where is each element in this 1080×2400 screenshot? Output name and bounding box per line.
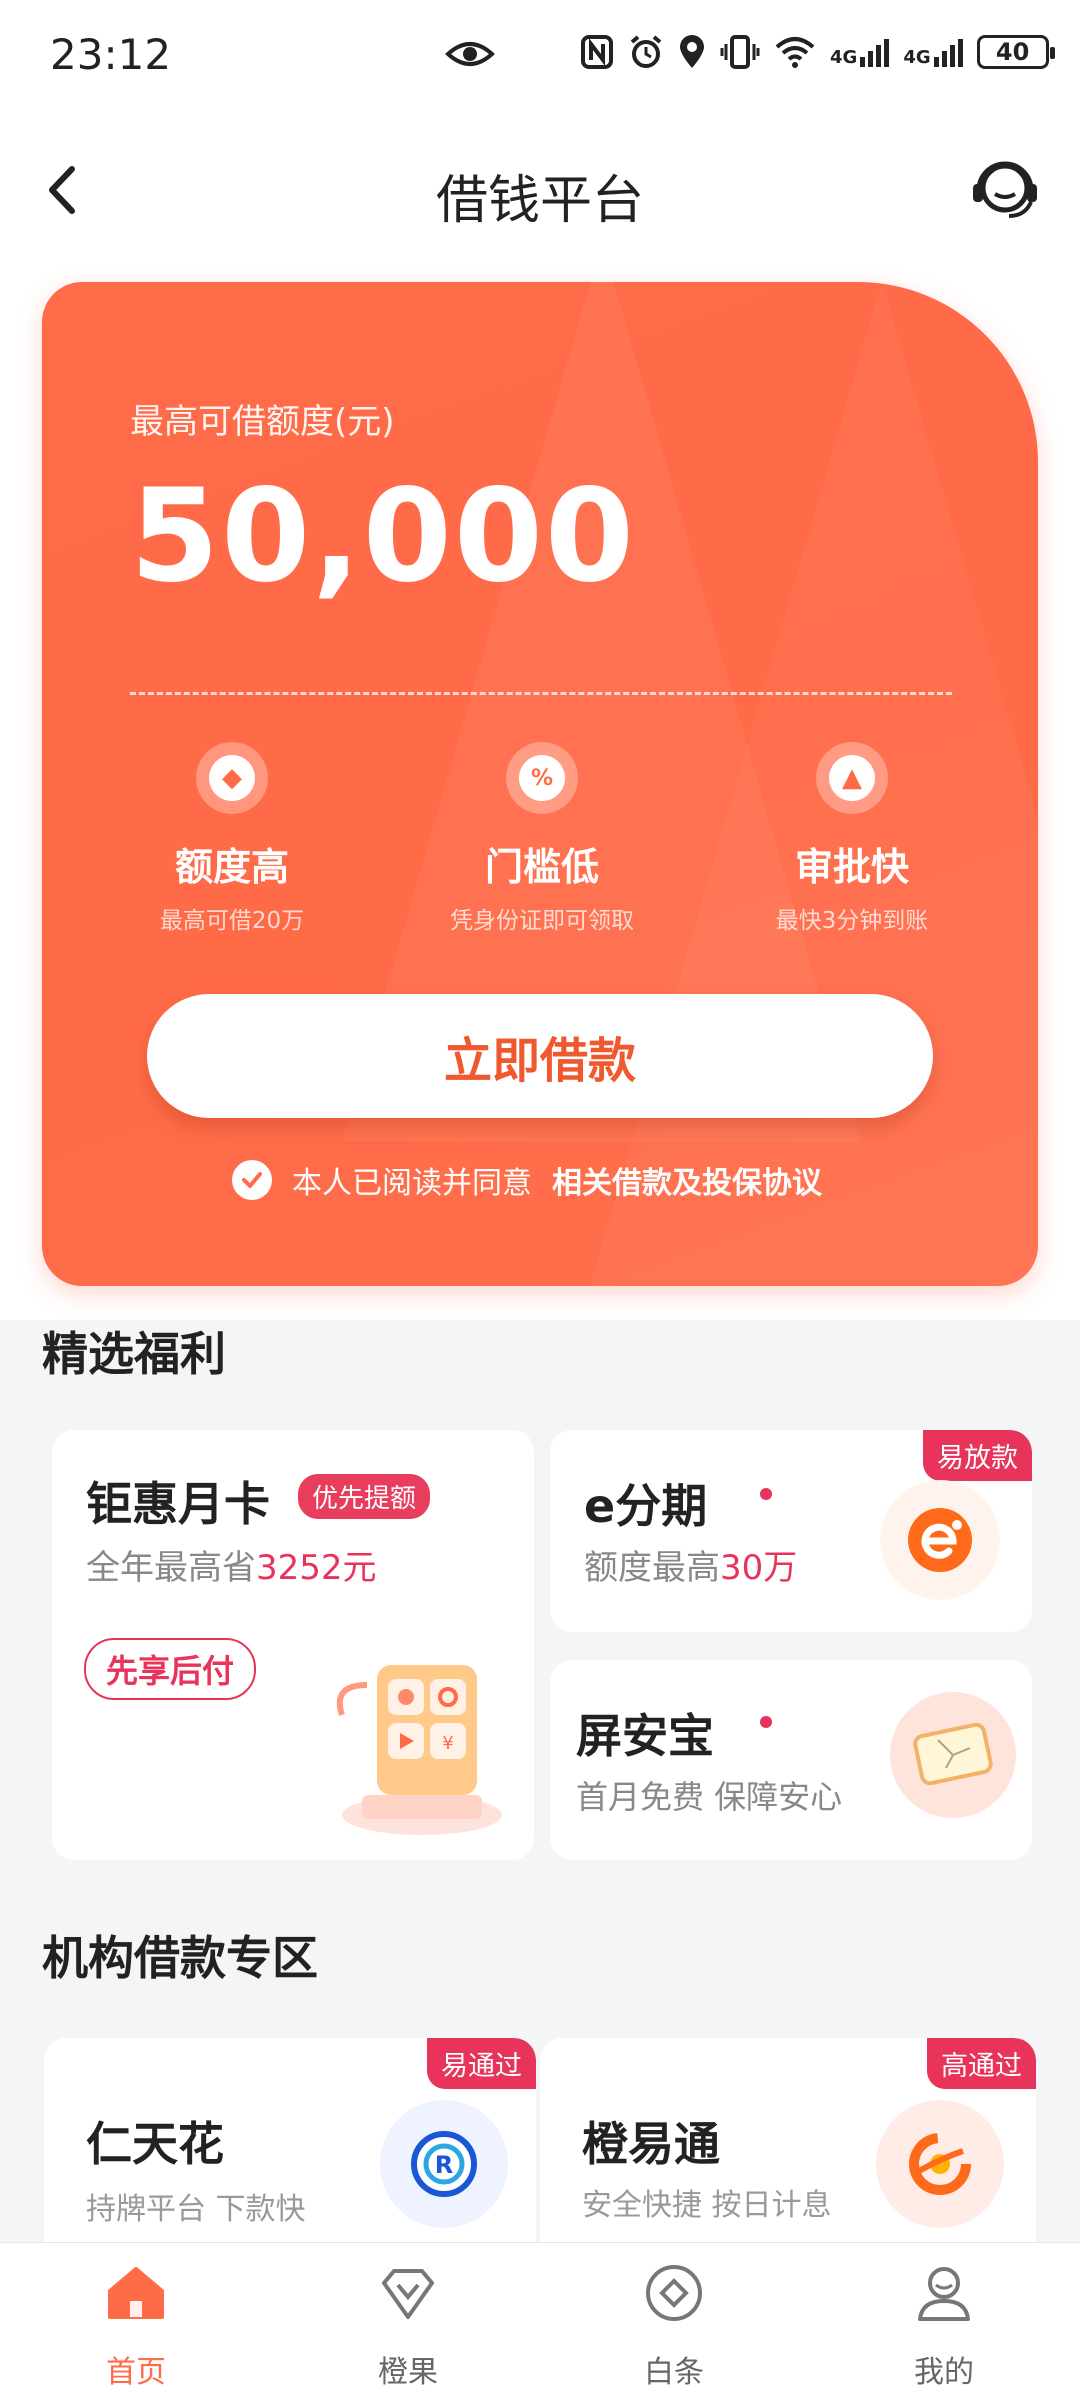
home-icon (108, 2267, 164, 2319)
easy-pass-badge: 易通过 (427, 2038, 536, 2089)
monthly-card-title: 钜惠月卡 (86, 1477, 270, 1531)
stamp-icon: ▲ (816, 742, 888, 814)
monthly-card[interactable]: 钜惠月卡 优先提额 全年最高省3252元 先享后付 ¥ (52, 1430, 534, 1860)
borrow-now-button[interactable]: 立即借款 (147, 994, 933, 1118)
tab-chengguo[interactable]: 橙果 (318, 2261, 498, 2391)
signal-4g-icon: 4G (903, 37, 963, 67)
tab-label: 白条 (644, 2355, 704, 2390)
customer-service-button[interactable] (965, 150, 1045, 230)
discount-icon: % (506, 742, 578, 814)
card-illustration: ¥ (322, 1645, 522, 1845)
dashed-divider (130, 692, 952, 695)
signal-4g-icon: 4G (830, 37, 890, 67)
credit-limit-label: 最高可借额度(元) (130, 402, 395, 442)
agreement-checkbox[interactable] (232, 1160, 272, 1200)
screen-insurance-subtitle: 首月免费 保障安心 (576, 1778, 843, 1816)
priority-limit-badge: 优先提额 (298, 1474, 431, 1519)
chengyitong-logo-icon (876, 2100, 1004, 2228)
battery-level: 40 (995, 38, 1030, 66)
page-title: 借钱平台 (435, 171, 644, 231)
institution-card-chengyitong[interactable]: 高通过 橙易通 安全快捷 按日计息 (540, 2038, 1036, 2248)
battery-icon: 40 (976, 35, 1055, 69)
bottom-tab-bar: 首页 橙果 白条 我的 (0, 2242, 1080, 2400)
feature-subtitle: 凭身份证即可领取 (450, 908, 634, 934)
agreement-text: 本人已阅读并同意 (292, 1166, 532, 1201)
feature-title: 门槛低 (484, 845, 599, 889)
feature-subtitle: 最高可借20万 (159, 908, 305, 934)
tab-label: 橙果 (378, 2355, 438, 2390)
institution-section-title: 机构借款专区 (42, 1931, 318, 1985)
installment-card[interactable]: 易放款 e分期 额度最高30万 (550, 1430, 1032, 1632)
institution-title: 仁天花 (86, 2117, 224, 2171)
pay-later-button[interactable]: 先享后付 (84, 1638, 257, 1700)
location-icon (680, 35, 704, 68)
status-icons: 4G 4G 40 (580, 34, 1055, 70)
drop-icon: ◆ (196, 742, 268, 814)
feature-high-limit: ◆ 额度高 最高可借20万 (82, 742, 382, 935)
agreement-row: 本人已阅读并同意 相关借款及投保协议 (232, 1158, 822, 1202)
tab-home[interactable]: 首页 (46, 2261, 226, 2391)
institution-subtitle: 持牌平台 下款快 (86, 2192, 306, 2227)
alarm-icon (630, 35, 662, 68)
svg-text:R: R (435, 2151, 453, 2179)
institution-card-rentianhua[interactable]: 易通过 仁天花 持牌平台 下款快 R (44, 2038, 536, 2248)
installment-subtitle: 额度最高30万 (584, 1548, 798, 1588)
wifi-icon (775, 37, 815, 68)
tab-label: 我的 (914, 2355, 974, 2390)
diamond-icon (382, 2269, 434, 2319)
tab-mine[interactable]: 我的 (854, 2261, 1034, 2391)
nfc-icon (581, 35, 613, 69)
nav-bar: 借钱平台 (0, 130, 1080, 250)
status-bar: 23:12 4G 4G 40 (0, 0, 1080, 110)
welfare-section-title: 精选福利 (42, 1327, 226, 1381)
rhombus-circle-icon (646, 2265, 702, 2321)
red-dot-icon (760, 1488, 772, 1500)
agreement-link[interactable]: 相关借款及投保协议 (552, 1158, 822, 1202)
red-dot-icon (760, 1716, 772, 1728)
cracked-phone-icon (890, 1692, 1016, 1818)
institution-title: 橙易通 (582, 2117, 720, 2171)
feature-fast-approval: ▲ 审批快 最快3分钟到账 (702, 742, 1002, 935)
rentianhua-logo-icon: R (380, 2100, 508, 2228)
feature-list: ◆ 额度高 最高可借20万 % 门槛低 凭身份证即可领取 ▲ 审批快 最快3分钟… (82, 742, 1002, 942)
feature-title: 审批快 (794, 845, 909, 889)
screen-insurance-card[interactable]: 屏安宝 首月免费 保障安心 (550, 1660, 1032, 1860)
vibrate-icon (720, 35, 760, 69)
feature-low-threshold: % 门槛低 凭身份证即可领取 (392, 742, 692, 935)
screen-insurance-title: 屏安宝 (576, 1709, 714, 1763)
installment-title: e分期 (584, 1479, 708, 1533)
credit-limit-amount: 50,000 (130, 462, 636, 611)
monthly-card-subtitle: 全年最高省3252元 (86, 1548, 377, 1588)
svg-text:¥: ¥ (442, 1733, 453, 1754)
loan-hero-card: 最高可借额度(元) 50,000 ◆ 额度高 最高可借20万 % 门槛低 凭身份… (42, 282, 1038, 1286)
headset-icon (973, 161, 1037, 218)
tab-baitiao[interactable]: 白条 (584, 2261, 764, 2391)
high-pass-badge: 高通过 (927, 2038, 1036, 2089)
user-icon (918, 2267, 970, 2321)
feature-subtitle: 最快3分钟到账 (775, 908, 929, 934)
tab-label: 首页 (106, 2355, 166, 2390)
easy-loan-badge: 易放款 (923, 1430, 1032, 1481)
eye-icon (445, 34, 495, 78)
institution-subtitle: 安全快捷 按日计息 (582, 2188, 832, 2223)
feature-title: 额度高 (174, 845, 289, 889)
status-time: 23:12 (50, 30, 172, 79)
checkmark-icon (242, 1172, 262, 1188)
e-installment-logo-icon (880, 1480, 1000, 1600)
